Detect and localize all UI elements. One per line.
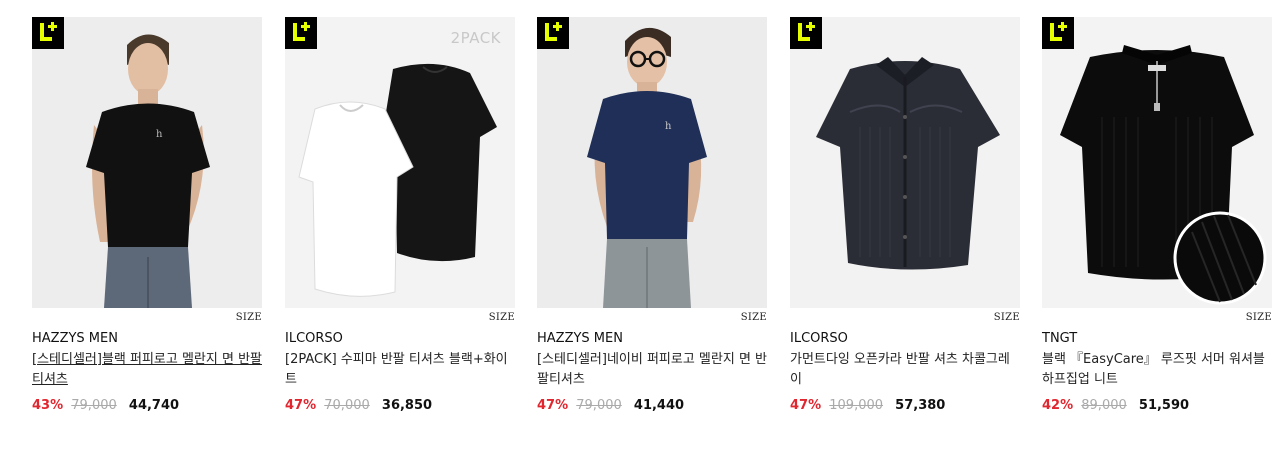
discount-rate: 47% — [790, 398, 822, 413]
price-row: 47% 109,000 57,380 — [790, 398, 945, 413]
product-name[interactable]: [스테디셀러]네이비 퍼피로고 멜란지 면 반팔티셔츠 — [537, 350, 767, 390]
sale-price: 57,380 — [895, 398, 946, 413]
original-price: 89,000 — [1081, 398, 1127, 413]
l-plus-badge-icon — [790, 17, 822, 49]
product-brand[interactable]: ILCORSO — [790, 331, 848, 346]
l-plus-badge-icon — [537, 17, 569, 49]
product-name[interactable]: [2PACK] 수피마 반팔 티셔츠 블랙+화이트 — [285, 350, 515, 390]
product-card[interactable]: h SIZE HAZZYS MEN [스테디셀러]블랙 퍼피로고 멜란지 면 반… — [32, 17, 262, 413]
size-label[interactable]: SIZE — [994, 312, 1020, 323]
product-grid: h SIZE HAZZYS MEN [스테디셀러]블랙 퍼피로고 멜란지 면 반… — [0, 0, 1288, 452]
l-plus-badge-icon — [285, 17, 317, 49]
product-brand[interactable]: ILCORSO — [285, 331, 343, 346]
product-brand[interactable]: TNGT — [1042, 331, 1077, 346]
original-price: 109,000 — [829, 398, 884, 413]
product-card[interactable]: SIZE TNGT 블랙 『EasyCare』 루즈핏 서머 워셔블 하프집업 … — [1042, 17, 1272, 413]
discount-rate: 47% — [537, 398, 569, 413]
product-card[interactable]: h SIZE HAZZYS MEN [스테디셀러]네이비 퍼피로고 멜란지 면 … — [537, 17, 767, 413]
original-price: 79,000 — [71, 398, 117, 413]
product-image[interactable]: h — [32, 17, 262, 308]
model-photo: h — [32, 17, 262, 308]
l-plus-badge-icon — [1042, 17, 1074, 49]
product-image[interactable]: h — [537, 17, 767, 308]
sale-price: 41,440 — [633, 398, 685, 413]
knit-photo — [1042, 17, 1272, 308]
product-image[interactable] — [1042, 17, 1272, 308]
model-photo: h — [537, 17, 767, 308]
price-row: 42% 89,000 51,590 — [1042, 398, 1189, 413]
price-row: 43% 79,000 44,740 — [32, 398, 179, 413]
price-row: 47% 79,000 41,440 — [537, 398, 684, 413]
original-price: 70,000 — [324, 398, 370, 413]
discount-rate: 47% — [285, 398, 317, 413]
discount-rate: 42% — [1042, 398, 1074, 413]
product-brand[interactable]: HAZZYS MEN — [32, 331, 118, 346]
svg-text:h: h — [156, 129, 163, 140]
tshirt-2pack-photo — [285, 17, 515, 308]
size-label[interactable]: SIZE — [489, 312, 515, 323]
size-label[interactable]: SIZE — [1246, 312, 1272, 323]
sale-price: 51,590 — [1138, 398, 1190, 413]
product-card[interactable]: SIZE ILCORSO 가먼트다잉 오픈카라 반팔 셔츠 차콜그레이 47% … — [790, 17, 1020, 413]
shirt-photo — [790, 17, 1020, 308]
pack-label: 2PACK — [450, 29, 501, 47]
product-name[interactable]: [스테디셀러]블랙 퍼피로고 멜란지 면 반팔 티셔츠 — [32, 350, 262, 390]
sale-price: 44,740 — [128, 398, 180, 413]
l-plus-badge-icon — [32, 17, 64, 49]
product-card[interactable]: 2PACK SIZE ILCORSO [2PACK] 수피마 반팔 티셔츠 블랙… — [285, 17, 515, 413]
product-name[interactable]: 가먼트다잉 오픈카라 반팔 셔츠 차콜그레이 — [790, 350, 1020, 390]
svg-text:h: h — [665, 121, 672, 132]
size-label[interactable]: SIZE — [236, 312, 262, 323]
product-name[interactable]: 블랙 『EasyCare』 루즈핏 서머 워셔블 하프집업 니트 — [1042, 350, 1272, 390]
product-image[interactable]: 2PACK — [285, 17, 515, 308]
sale-price: 36,850 — [381, 398, 433, 413]
product-brand[interactable]: HAZZYS MEN — [537, 331, 623, 346]
original-price: 79,000 — [576, 398, 622, 413]
product-image[interactable] — [790, 17, 1020, 308]
size-label[interactable]: SIZE — [741, 312, 767, 323]
discount-rate: 43% — [32, 398, 64, 413]
price-row: 47% 70,000 36,850 — [285, 398, 432, 413]
